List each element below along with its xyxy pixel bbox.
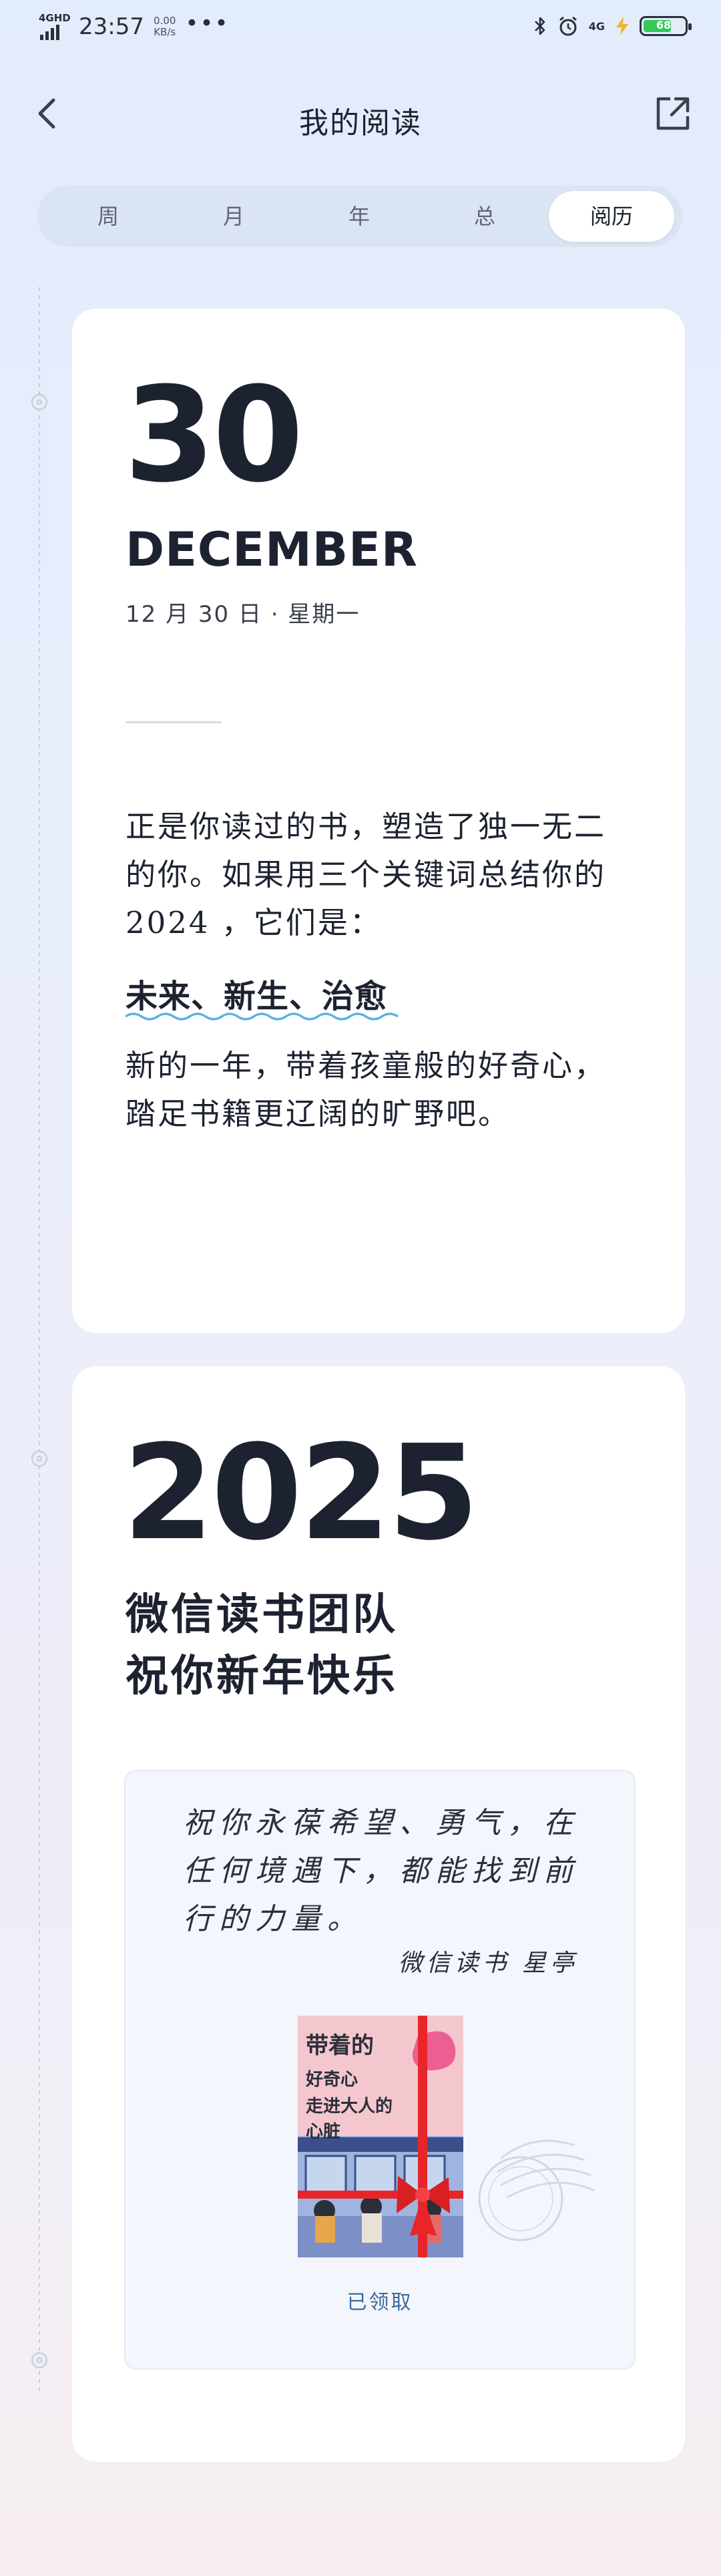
signal-icon: 4GHD	[39, 12, 71, 41]
bluetooth-icon	[534, 17, 545, 35]
timeline-dot	[31, 2352, 47, 2368]
tab-month[interactable]: 月	[171, 191, 296, 242]
period-tabs: 周 月 年 总 阅历	[37, 186, 682, 247]
new-year-greeting: 祝你新年快乐	[126, 1652, 398, 1701]
year-number: 2025	[123, 1417, 479, 1570]
timeline-line	[39, 287, 40, 2391]
reading-summary-card: 30 DECEMBER 12 月 30 日 · 星期一 正是你读过的书，塑造了独…	[72, 309, 685, 1333]
share-icon	[656, 97, 690, 130]
svg-text:带着的: 带着的	[306, 2032, 374, 2059]
network-badge: 4GHD	[39, 12, 71, 24]
battery-level: 68	[656, 19, 672, 31]
gift-card: 祝你永葆希望、勇气，在任何境遇下，都能找到前行的力量。 微信读书 星亭 带着的 …	[124, 1770, 636, 2370]
speed-value: 0.00	[153, 15, 176, 27]
keywords: 未来、新生、治愈	[126, 978, 388, 1015]
day-number: 30	[124, 359, 304, 512]
gift-message: 祝你永葆希望、勇气，在任何境遇下，都能找到前行的力量。	[183, 1806, 579, 1936]
network-speed: 0.00 KB/s	[154, 15, 176, 38]
svg-text:好奇心: 好奇心	[305, 2070, 358, 2090]
page-title: 我的阅读	[299, 106, 422, 140]
tab-total[interactable]: 总	[422, 191, 547, 242]
claimed-label[interactable]: 已领取	[126, 2285, 634, 2315]
postmark-icon	[478, 2139, 595, 2241]
date-line: 12 月 30 日 · 星期一	[126, 601, 360, 628]
status-left: 4GHD 23:57 0.00 KB/s •••	[39, 10, 230, 41]
cell-type: 4G	[588, 19, 605, 33]
tab-history[interactable]: 阅历	[549, 191, 674, 242]
team-name: 微信读书团队	[126, 1590, 398, 1640]
new-year-card: 2025 微信读书团队 祝你新年快乐 祝你永葆希望、勇气，在任何境遇下，都能找到…	[72, 1366, 685, 2462]
status-bar: 4GHD 23:57 0.00 KB/s ••• 4G 68	[0, 0, 721, 60]
header: 我的阅读	[0, 80, 721, 147]
wavy-underline	[126, 1013, 399, 1021]
gift-signature: 微信读书 星亭	[398, 1950, 578, 1977]
tab-week[interactable]: 周	[45, 191, 171, 242]
gift-book-cover[interactable]: 带着的 好奇心 走进大人的 心脏	[298, 2016, 463, 2257]
status-time: 23:57	[79, 13, 144, 40]
timeline-dot	[31, 394, 47, 410]
share-button[interactable]	[652, 92, 694, 135]
status-right: 4G 68	[533, 15, 692, 37]
timeline-dot	[31, 1451, 47, 1467]
charging-icon	[616, 17, 628, 35]
divider	[126, 721, 222, 723]
battery-icon: 68	[640, 16, 692, 36]
tab-year[interactable]: 年	[296, 191, 422, 242]
speed-unit: KB/s	[154, 26, 176, 38]
alarm-icon	[559, 16, 577, 36]
svg-text:心脏: 心脏	[306, 2121, 340, 2142]
wish-paragraph: 新的一年，带着孩童般的好奇心，踏足书籍更辽阔的旷野吧。	[126, 1048, 607, 1131]
more-status-icon: •••	[185, 10, 230, 37]
month-name: DECEMBER	[126, 522, 418, 577]
svg-text:走进大人的: 走进大人的	[306, 2096, 393, 2117]
summary-paragraph: 正是你读过的书，塑造了独一无二的你。如果用三个关键词总结你的 2024 ，它们是…	[126, 809, 607, 940]
